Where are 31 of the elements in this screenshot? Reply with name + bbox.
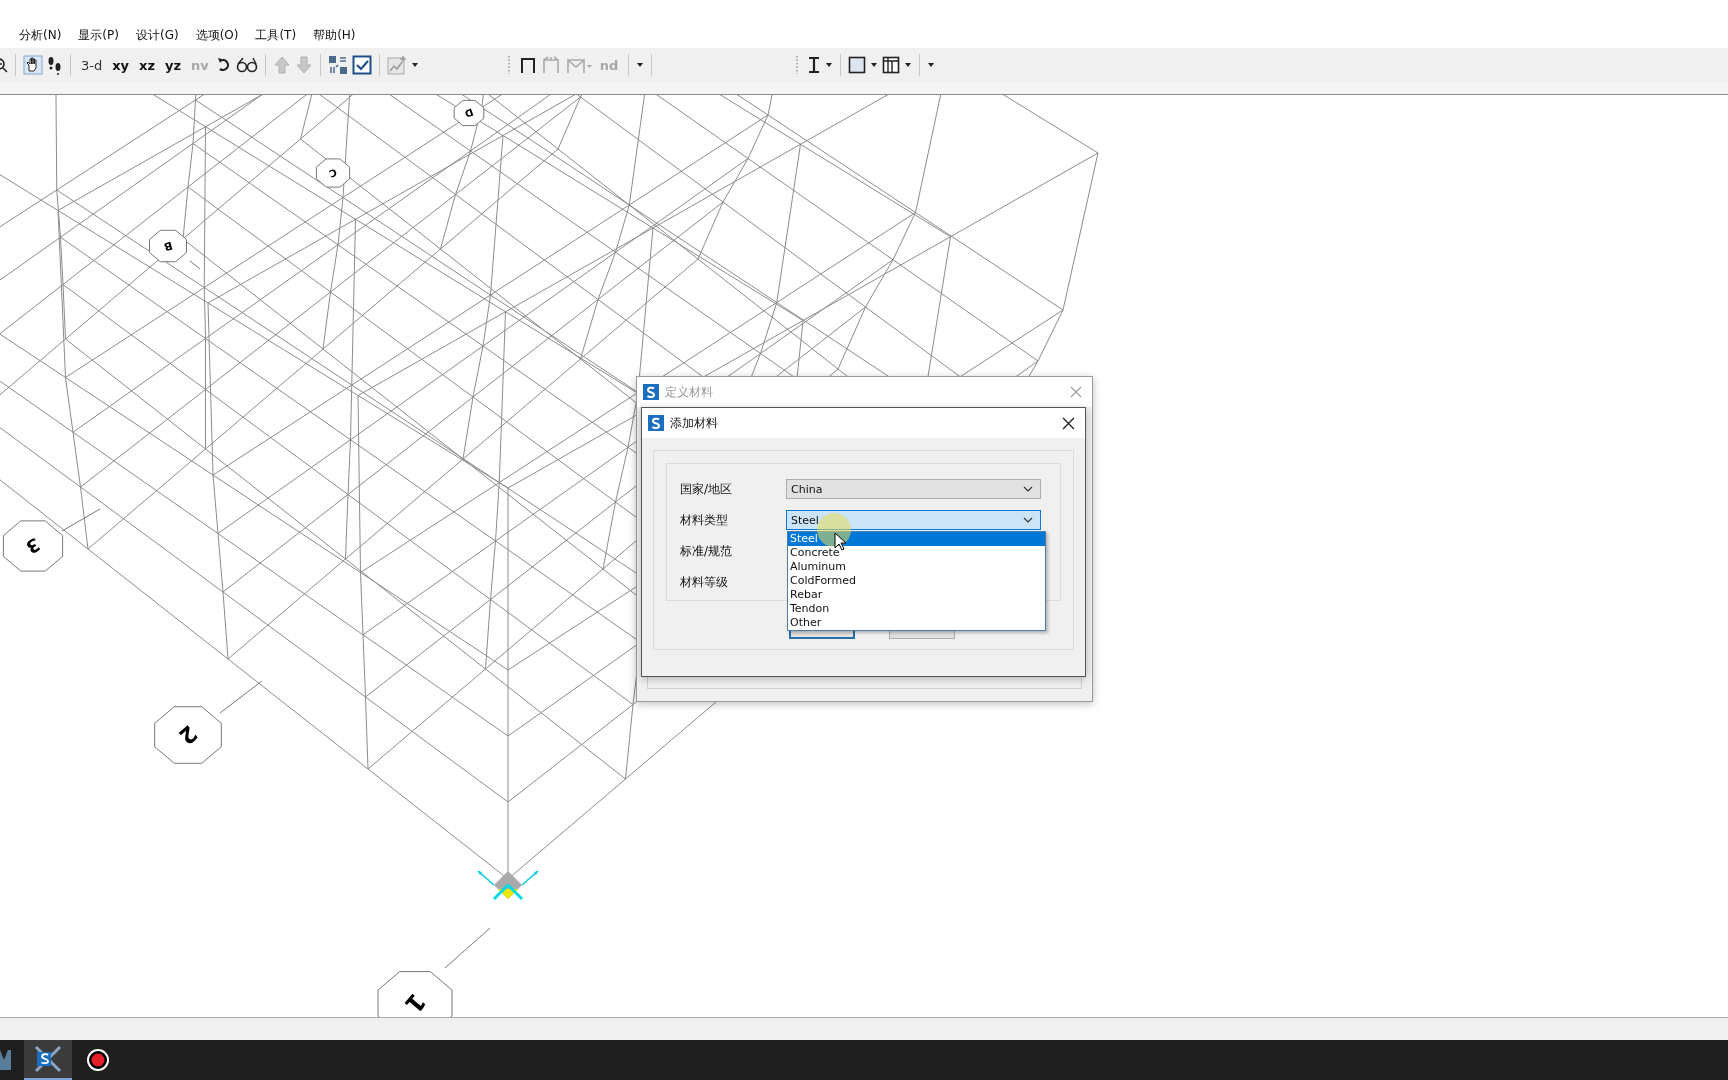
grid-bubble: B	[149, 229, 187, 263]
grid-bubble: 3	[2, 520, 64, 572]
dropdown-option[interactable]: ColdFormed	[788, 574, 1045, 588]
view-button[interactable]: 3-d	[78, 57, 106, 73]
field-label: 材料等级	[680, 573, 729, 591]
menu-item[interactable]: 工具(T)	[248, 24, 304, 46]
menu-item[interactable]: 显示(P)	[71, 24, 126, 46]
dropdown-option[interactable]: Aluminum	[788, 560, 1045, 574]
combo-box[interactable]: Steel	[786, 510, 1041, 530]
combo-box[interactable]: China	[786, 479, 1041, 499]
view-button[interactable]: xy	[109, 57, 133, 73]
dropdown-option[interactable]: Tendon	[788, 602, 1045, 616]
grid-bubble: D	[453, 99, 485, 127]
dropdown-option[interactable]: Concrete	[788, 546, 1045, 560]
grid-bubble: 1	[377, 971, 453, 1017]
field-label: 标准/规范	[680, 542, 734, 560]
window-title: 添加材料	[670, 414, 719, 432]
dropdown-option[interactable]: Rebar	[788, 588, 1045, 602]
field-label: 材料类型	[680, 511, 729, 529]
dropdown-option[interactable]: Other	[788, 616, 1045, 630]
grid-bubble: C	[315, 158, 351, 188]
dropdown-option[interactable]: Steel	[788, 532, 1045, 546]
menu-item[interactable]: 分析(N)	[12, 24, 69, 46]
field-label: 国家/地区	[680, 480, 734, 498]
menu-item[interactable]: 设计(G)	[128, 24, 186, 46]
menu-item[interactable]: 帮助(H)	[306, 24, 363, 46]
menu-item[interactable]: 选项(O)	[188, 24, 246, 46]
grid-bubble: 2	[154, 706, 222, 764]
view-button[interactable]: xz	[136, 57, 159, 73]
window-title: 定义材料	[665, 383, 714, 401]
view-button[interactable]: yz	[162, 57, 185, 73]
